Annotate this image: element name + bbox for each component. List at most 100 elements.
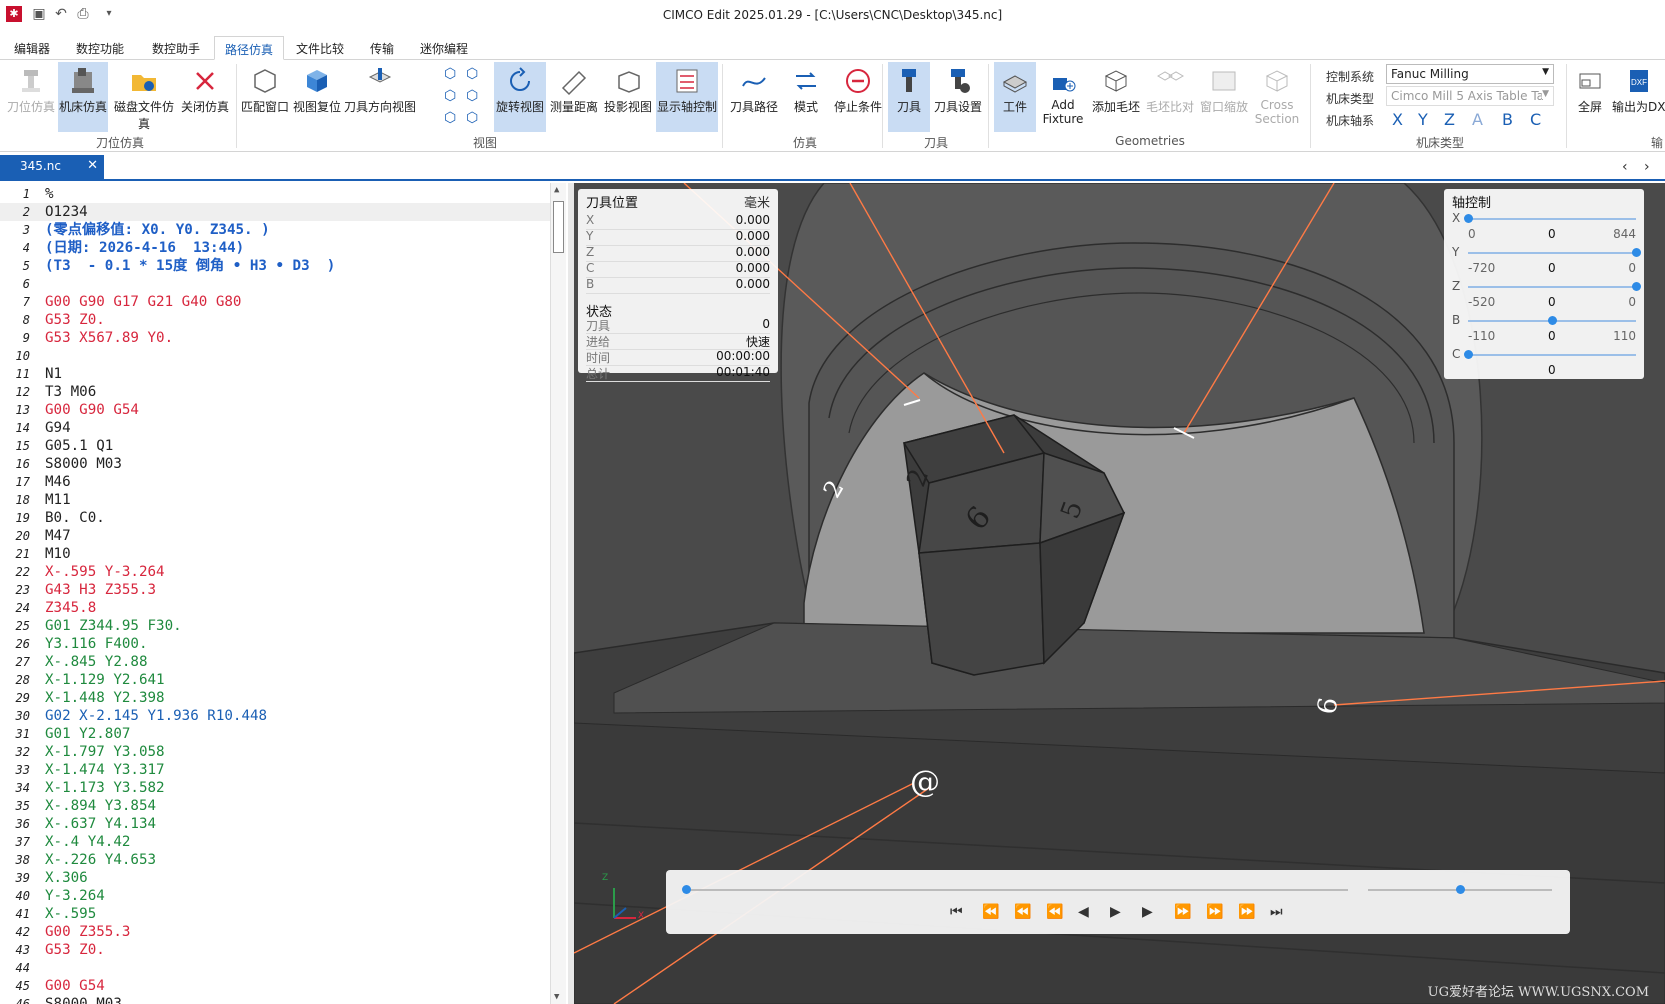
simulation-viewport[interactable]: 2 6 5 2 6 @ Z X 刀具位置 毫米 X 0.000 Y 0.000 Z 0.0… [574, 183, 1665, 1004]
stock-compare-button[interactable]: 毛坯比对 [1144, 62, 1196, 132]
code-line[interactable]: 36 X-.637 Y4.134 [0, 815, 550, 833]
view-iso-icon[interactable]: ⬡ [444, 110, 456, 126]
control-system-select[interactable]: Fanuc Milling ▼ [1386, 64, 1554, 84]
code-line[interactable]: 43 G53 Z0. [0, 941, 550, 959]
tab-file-compare[interactable]: 文件比较 [286, 36, 354, 60]
code-line[interactable]: 22 X-.595 Y-3.264 [0, 563, 550, 581]
axis-slider-knob[interactable] [1632, 282, 1641, 291]
tab-editor[interactable]: 编辑器 [4, 36, 60, 60]
toolpath-button[interactable]: 刀具路径 [726, 62, 782, 132]
code-line[interactable]: 6 [0, 275, 550, 293]
code-line[interactable]: 4 (日期: 2026-4-16 13:44) [0, 239, 550, 257]
cross-section-button[interactable]: Cross Section [1252, 62, 1302, 132]
close-sim-button[interactable]: 关闭仿真 [180, 62, 230, 132]
axis-b-button[interactable]: B [1502, 110, 1513, 129]
axis-slider-track[interactable] [1468, 218, 1636, 220]
code-line[interactable]: 46 S8000 M03 [0, 995, 550, 1004]
axis-x-button[interactable]: X [1392, 110, 1403, 129]
stop-condition-button[interactable]: 停止条件 [830, 62, 886, 132]
window-zoom-button[interactable]: 窗口缩放 [1198, 62, 1250, 132]
view-right-icon[interactable]: ⬡ [466, 88, 478, 104]
code-line[interactable]: 13 G00 G90 G54 [0, 401, 550, 419]
document-tab[interactable]: 345.nc ✕ [0, 155, 104, 179]
go-to-start-icon[interactable]: ⏮ [950, 904, 963, 920]
measure-distance-button[interactable]: 测量距离 [548, 62, 600, 132]
axis-a-button[interactable]: A [1472, 110, 1483, 129]
step-forward-z-icon[interactable]: ⏩ [1174, 904, 1191, 920]
code-line[interactable]: 42 G00 Z355.3 [0, 923, 550, 941]
step-forward-tool-icon[interactable]: ⏩ [1238, 904, 1255, 920]
axis-c-button[interactable]: C [1530, 110, 1541, 129]
axis-slider-track[interactable] [1468, 252, 1636, 254]
code-line[interactable]: 21 M10 [0, 545, 550, 563]
step-back-tool-icon[interactable]: ⏪ [982, 904, 999, 920]
tab-backplot[interactable]: 路径仿真 [214, 36, 285, 60]
code-line[interactable]: 12 T3 M06 [0, 383, 550, 401]
axis-slider-knob[interactable] [1464, 350, 1473, 359]
code-line[interactable]: 19 B0. C0. [0, 509, 550, 527]
workpiece-button[interactable]: 工件 [994, 62, 1036, 132]
code-line[interactable]: 17 M46 [0, 473, 550, 491]
code-line[interactable]: 40 Y-3.264 [0, 887, 550, 905]
code-line[interactable]: 27 X-.845 Y2.88 [0, 653, 550, 671]
code-line[interactable]: 11 N1 [0, 365, 550, 383]
code-line[interactable]: 7 G00 G90 G17 G21 G40 G80 [0, 293, 550, 311]
code-line[interactable]: 14 G94 [0, 419, 550, 437]
code-line[interactable]: 23 G43 H3 Z355.3 [0, 581, 550, 599]
step-back-z-icon[interactable]: ⏪ [1046, 904, 1063, 920]
code-line[interactable]: 33 X-1.474 Y3.317 [0, 761, 550, 779]
go-to-end-icon[interactable]: ⏭ [1270, 904, 1283, 920]
view-front-icon[interactable]: ⬡ [466, 66, 478, 82]
mode-button[interactable]: 模式 [784, 62, 828, 132]
axis-slider-knob[interactable] [1548, 316, 1557, 325]
scroll-up-icon[interactable]: ▲ [554, 185, 559, 195]
axis-slider-track[interactable] [1468, 286, 1636, 288]
speed-knob[interactable] [1456, 885, 1465, 894]
match-window-button[interactable]: 匹配窗口 [240, 62, 290, 132]
tab-nc-assistant[interactable]: 数控助手 [142, 36, 210, 60]
add-stock-button[interactable]: 添加毛坯 [1090, 62, 1142, 132]
machine-sim-button[interactable]: 机床仿真 [58, 62, 108, 132]
toolpos-sim-button[interactable]: 刀位仿真 [6, 62, 56, 132]
code-line[interactable]: 20 M47 [0, 527, 550, 545]
nc-code-editor[interactable]: 1% 2 O1234 3 (零点偏移值: X0. Y0. Z345. ) 4 (日期: 20… [0, 183, 568, 1004]
view-reset-button[interactable]: 视图复位 [292, 62, 342, 132]
rotate-view-button[interactable]: 旋转视图 [494, 62, 546, 132]
code-line[interactable]: 39 X.306 [0, 869, 550, 887]
axis-slider-knob[interactable] [1464, 214, 1473, 223]
play-icon[interactable]: ▶ [1110, 904, 1121, 920]
scrollbar-thumb[interactable] [553, 201, 564, 253]
code-line[interactable]: 3 (零点偏移值: X0. Y0. Z345. ) [0, 221, 550, 239]
axis-slider-track[interactable] [1468, 354, 1636, 356]
step-back-icon[interactable]: ◀ [1078, 904, 1089, 920]
tab-mini-program[interactable]: 迷你编程 [410, 36, 478, 60]
step-forward-move-icon[interactable]: ⏩ [1206, 904, 1223, 920]
code-line[interactable]: 45 G00 G54 [0, 977, 550, 995]
code-line[interactable]: 44 [0, 959, 550, 977]
scroll-down-icon[interactable]: ▼ [554, 992, 559, 1002]
code-line[interactable]: 16 S8000 M03 [0, 455, 550, 473]
chevron-left-icon[interactable]: ‹ [1622, 159, 1628, 175]
code-line[interactable]: 31 G01 Y2.807 [0, 725, 550, 743]
tool-settings-button[interactable]: 刀具设置 [932, 62, 984, 132]
code-line[interactable]: 28 X-1.129 Y2.641 [0, 671, 550, 689]
tab-nc-functions[interactable]: 数控功能 [66, 36, 134, 60]
code-line[interactable]: 24 Z345.8 [0, 599, 550, 617]
editor-scrollbar[interactable]: ▲ ▼ [550, 183, 566, 1004]
disk-file-sim-button[interactable]: 磁盘文件仿真 [110, 62, 178, 132]
close-tab-icon[interactable]: ✕ [87, 158, 98, 173]
code-line[interactable]: 5 (T3 - 0.1 * 15度 倒角 • H3 • D3 ) [0, 257, 550, 275]
code-line[interactable]: 41 X-.595 [0, 905, 550, 923]
view-back-icon[interactable]: ⬡ [466, 110, 478, 126]
code-line[interactable]: 2 O1234 [0, 203, 550, 221]
projection-view-button[interactable]: 投影视图 [602, 62, 654, 132]
machine-type-select[interactable]: Cimco Mill 5 Axis Table Ta ▼ [1386, 86, 1554, 106]
view-top-icon[interactable]: ⬡ [444, 66, 456, 82]
step-back-move-icon[interactable]: ⏪ [1014, 904, 1031, 920]
code-line[interactable]: 15 G05.1 Q1 [0, 437, 550, 455]
code-line[interactable]: 30 G02 X-2.145 Y1.936 R10.448 [0, 707, 550, 725]
export-dxf-button[interactable]: DXF 输出为DX [1612, 62, 1665, 132]
axis-slider-knob[interactable] [1632, 248, 1641, 257]
axis-y-button[interactable]: Y [1418, 110, 1428, 129]
chevron-right-icon[interactable]: › [1644, 159, 1650, 175]
